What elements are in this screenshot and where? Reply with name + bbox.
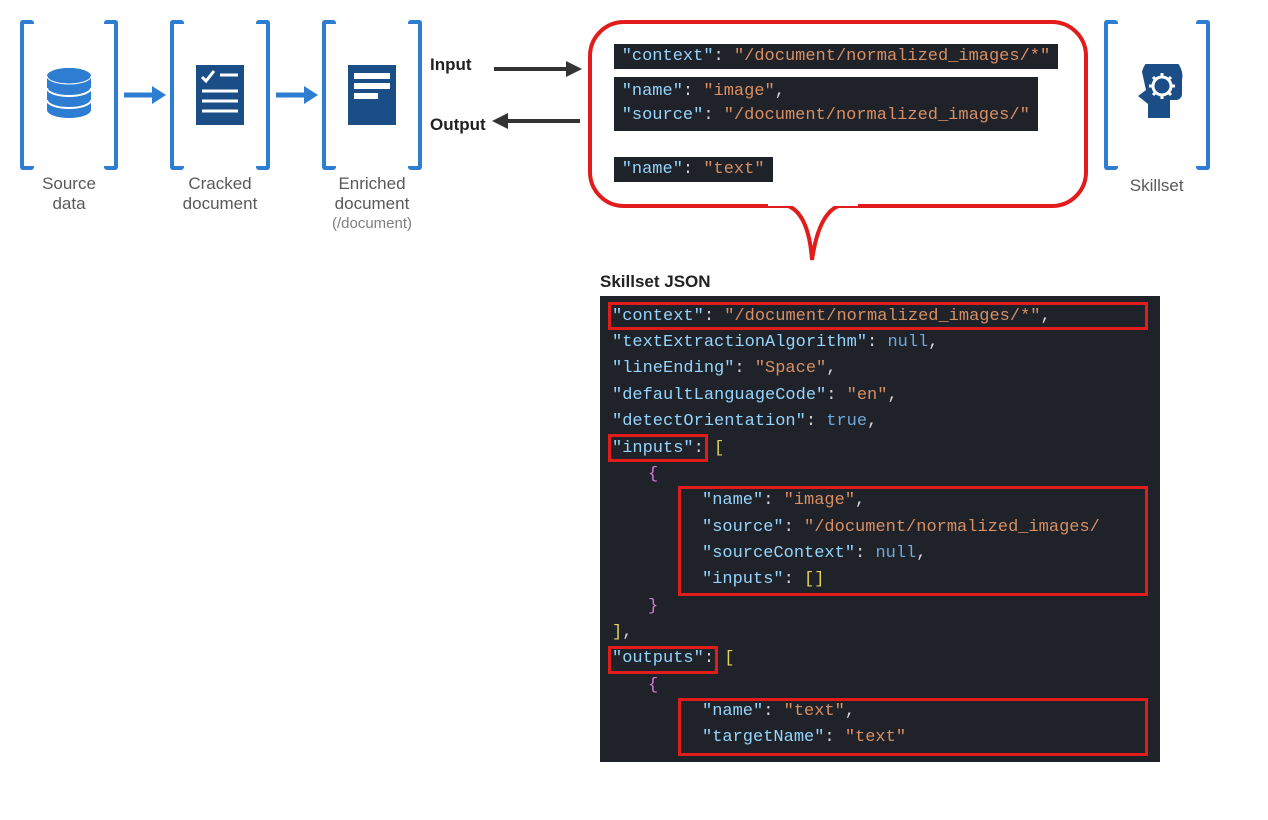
callout-output-line: "name": "text": [614, 157, 773, 182]
skillset-json-title: Skillset JSON: [600, 272, 1160, 292]
callout-input-block: "name": "image", "source": "/document/no…: [614, 77, 1038, 131]
cracked-document-group: Cracked document: [170, 20, 270, 215]
skillset-group: Skillset: [1104, 20, 1210, 196]
input-label: Input: [430, 55, 486, 75]
arrow-left-icon: [492, 109, 582, 133]
arrow-icon: [274, 20, 318, 170]
cracked-document-label: Cracked document: [183, 174, 258, 215]
skillset-json-body: "context": "/document/normalized_images/…: [600, 296, 1160, 762]
enriched-document-label: Enriched document: [335, 174, 410, 215]
pipeline-row: Source data Cracked document: [20, 20, 1248, 232]
checklist-document-icon: [184, 63, 256, 127]
enriched-document-sublabel: (/document): [332, 215, 412, 232]
source-data-label: Source data: [42, 174, 96, 215]
skillset-label: Skillset: [1130, 176, 1184, 196]
callout-tail-icon: [768, 200, 858, 266]
arrow-icon: [122, 20, 166, 170]
enriched-document-group: Enriched document (/document): [322, 20, 422, 232]
callout-bubble: "context": "/document/normalized_images/…: [588, 20, 1088, 208]
arrow-right-icon: [492, 57, 582, 81]
output-label: Output: [430, 115, 486, 135]
database-icon: [34, 66, 104, 124]
io-labels: Input Output: [430, 20, 492, 170]
callout-context-line: "context": "/document/normalized_images/…: [614, 44, 1059, 69]
io-arrows: [492, 20, 582, 170]
source-data-group: Source data: [20, 20, 118, 215]
skillset-json-section: Skillset JSON "context": "/document/norm…: [600, 272, 1160, 762]
document-lines-icon: [336, 63, 408, 127]
cognitive-head-icon: [1118, 64, 1196, 126]
